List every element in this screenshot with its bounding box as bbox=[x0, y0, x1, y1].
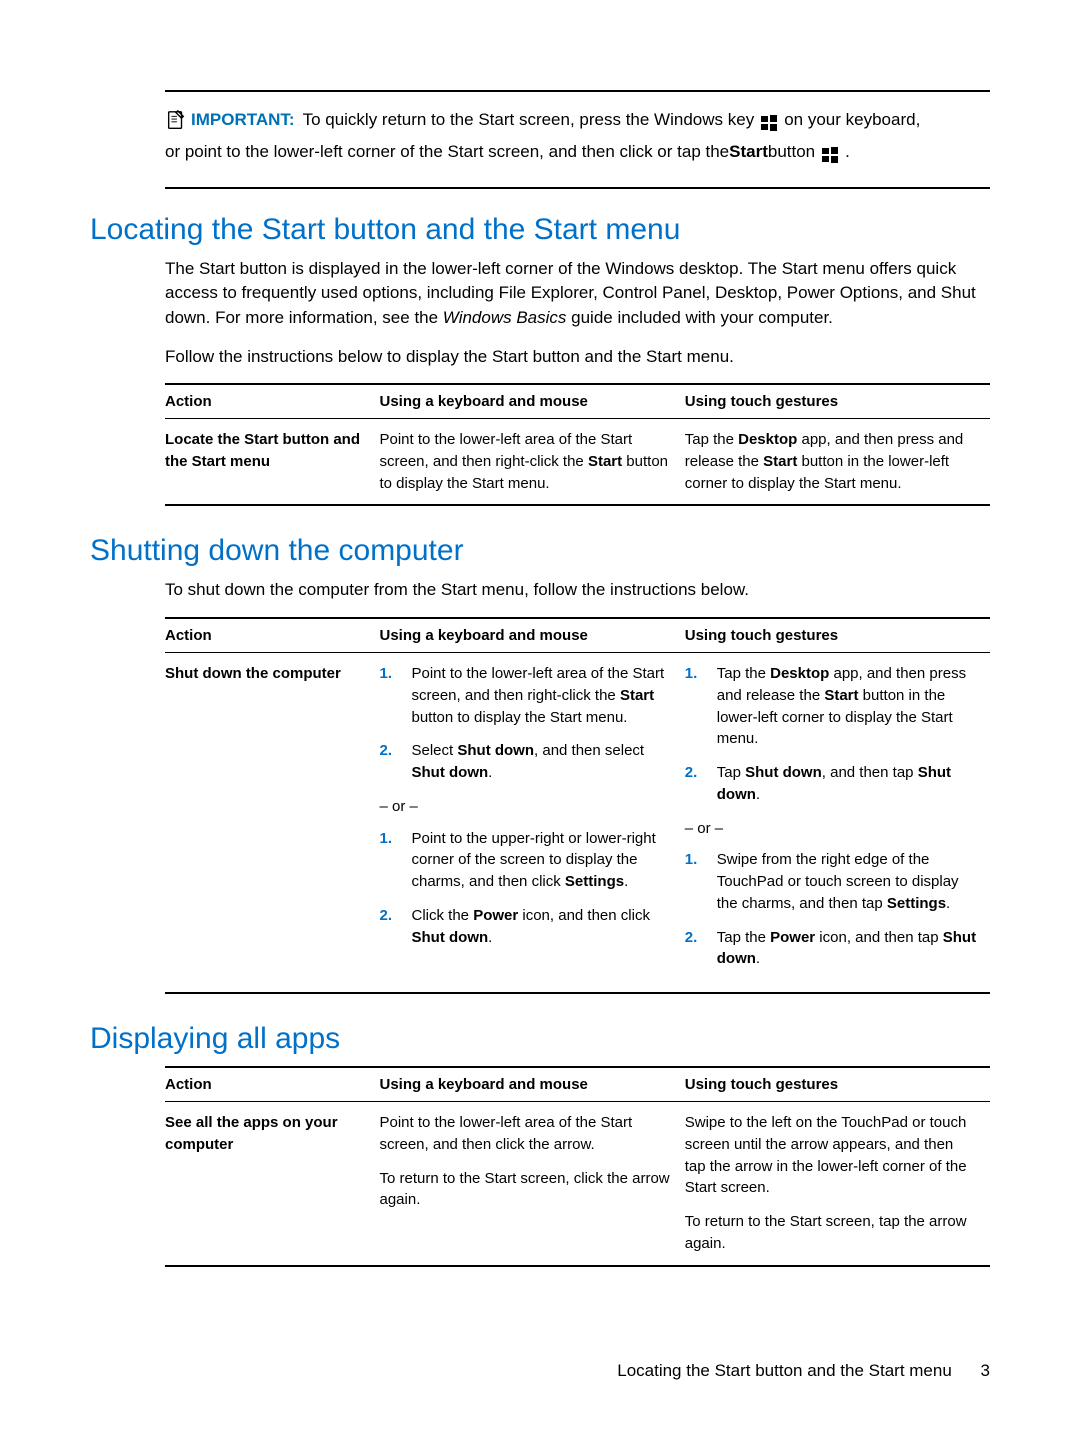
cell-tg: Tap the Desktop app, and then press and … bbox=[685, 419, 990, 506]
list-item: Select Shut down, and then select Shut d… bbox=[380, 740, 673, 784]
section2-title: Shutting down the computer bbox=[90, 534, 990, 568]
important-label: IMPORTANT: bbox=[191, 104, 295, 136]
list-item: Swipe from the right edge of the TouchPa… bbox=[685, 849, 978, 914]
list-item: Point to the upper-right or lower-right … bbox=[380, 828, 673, 893]
footer-text: Locating the Start button and the Start … bbox=[617, 1361, 952, 1380]
table-header-row: Action Using a keyboard and mouse Using … bbox=[165, 618, 990, 653]
cell-action: See all the apps on your computer bbox=[165, 1102, 380, 1266]
table-header-row: Action Using a keyboard and mouse Using … bbox=[165, 1067, 990, 1102]
table-header-row: Action Using a keyboard and mouse Using … bbox=[165, 384, 990, 419]
section3-title: Displaying all apps bbox=[90, 1022, 990, 1056]
important-text-1: To quickly return to the Start screen, p… bbox=[303, 104, 755, 136]
table-row: See all the apps on your computer Point … bbox=[165, 1102, 990, 1266]
cell-km: Point to the lower-left area of the Star… bbox=[380, 1102, 685, 1266]
col-tg: Using touch gestures bbox=[685, 618, 990, 653]
document-page: IMPORTANT: To quickly return to the Star… bbox=[0, 0, 1080, 1437]
cell-km: Point to the lower-left area of the Star… bbox=[380, 653, 685, 994]
section2-para1: To shut down the computer from the Start… bbox=[165, 578, 990, 603]
important-text-3d: . bbox=[845, 136, 850, 168]
section1-para2: Follow the instructions below to display… bbox=[165, 345, 990, 370]
important-text-3a: or point to the lower-left corner of the… bbox=[165, 136, 729, 168]
table-row: Shut down the computer Point to the lowe… bbox=[165, 653, 990, 994]
windows-key-icon bbox=[760, 111, 778, 129]
col-km: Using a keyboard and mouse bbox=[380, 384, 685, 419]
page-footer: Locating the Start button and the Start … bbox=[617, 1361, 990, 1381]
cell-tg: Swipe to the left on the TouchPad or tou… bbox=[685, 1102, 990, 1266]
important-text-3c: button bbox=[768, 136, 815, 168]
or-separator: – or – bbox=[685, 818, 978, 840]
col-km: Using a keyboard and mouse bbox=[380, 1067, 685, 1102]
col-action: Action bbox=[165, 384, 380, 419]
section1-table: Action Using a keyboard and mouse Using … bbox=[165, 383, 990, 506]
section3-table: Action Using a keyboard and mouse Using … bbox=[165, 1066, 990, 1267]
cell-km: Point to the lower-left area of the Star… bbox=[380, 419, 685, 506]
col-tg: Using touch gestures bbox=[685, 1067, 990, 1102]
list-item: Tap the Power icon, and then tap Shut do… bbox=[685, 927, 978, 971]
or-separator: – or – bbox=[380, 796, 673, 818]
important-text-3b: Start bbox=[729, 136, 768, 168]
table-row: Locate the Start button and the Start me… bbox=[165, 419, 990, 506]
cell-action: Shut down the computer bbox=[165, 653, 380, 994]
col-action: Action bbox=[165, 618, 380, 653]
list-item: Point to the lower-left area of the Star… bbox=[380, 663, 673, 728]
section2-table: Action Using a keyboard and mouse Using … bbox=[165, 617, 990, 994]
cell-tg: Tap the Desktop app, and then press and … bbox=[685, 653, 990, 994]
list-item: Tap the Desktop app, and then press and … bbox=[685, 663, 978, 750]
section1-title: Locating the Start button and the Start … bbox=[90, 213, 990, 247]
col-km: Using a keyboard and mouse bbox=[380, 618, 685, 653]
important-text-2: on your keyboard, bbox=[784, 104, 920, 136]
page-number: 3 bbox=[981, 1361, 990, 1380]
section1-para1: The Start button is displayed in the low… bbox=[165, 257, 990, 331]
start-button-icon bbox=[821, 143, 839, 161]
note-icon bbox=[165, 109, 187, 131]
list-item: Click the Power icon, and then click Shu… bbox=[380, 905, 673, 949]
list-item: Tap Shut down, and then tap Shut down. bbox=[685, 762, 978, 806]
col-action: Action bbox=[165, 1067, 380, 1102]
cell-action: Locate the Start button and the Start me… bbox=[165, 419, 380, 506]
col-tg: Using touch gestures bbox=[685, 384, 990, 419]
important-note: IMPORTANT: To quickly return to the Star… bbox=[165, 90, 990, 189]
